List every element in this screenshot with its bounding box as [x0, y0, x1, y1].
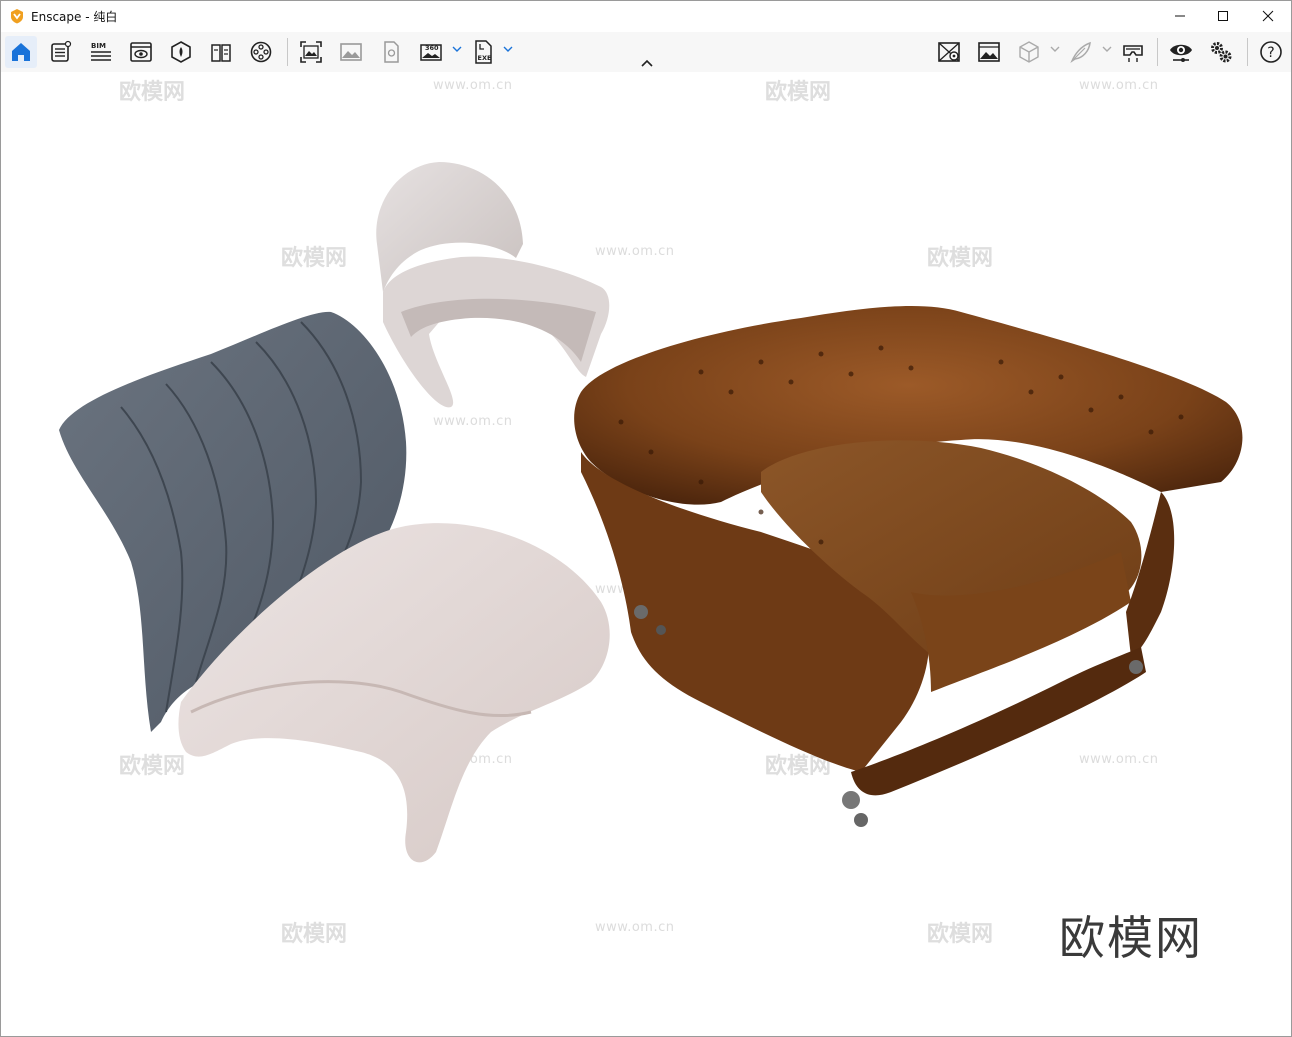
- material-editor-button[interactable]: [205, 36, 237, 68]
- maximize-button[interactable]: [1200, 1, 1246, 31]
- white-lounge-chair: [376, 162, 610, 408]
- video-editor-button[interactable]: [245, 36, 277, 68]
- screenshot-button[interactable]: [295, 36, 327, 68]
- enscape-logo-icon: [11, 9, 23, 24]
- feather-icon: [1070, 41, 1091, 64]
- export-360-icon: 360: [420, 44, 442, 61]
- help-label: ?: [1267, 45, 1274, 61]
- video-reel-icon: [250, 41, 272, 63]
- asset-library-button[interactable]: [165, 36, 197, 68]
- grey-pink-lounge-chair: [59, 311, 610, 863]
- general-settings-button[interactable]: [1205, 36, 1237, 68]
- screenshot-icon: [300, 41, 322, 63]
- atmosphere-chevron-down-icon[interactable]: [1102, 44, 1112, 54]
- vr-headset-icon: [1123, 45, 1143, 62]
- batch-rendering-button[interactable]: [335, 36, 367, 68]
- view-icon: [130, 42, 152, 62]
- help-button[interactable]: ?: [1255, 36, 1287, 68]
- atmosphere-button[interactable]: [1065, 36, 1097, 68]
- title-bar: Enscape - 纯白: [1, 1, 1291, 31]
- batch-render-icon: [340, 43, 362, 61]
- material-book-icon: [211, 44, 231, 62]
- bim-label: BIM: [91, 42, 106, 50]
- vr-headset-button[interactable]: [1117, 36, 1149, 68]
- toolbar-separator: [1157, 38, 1158, 66]
- window-title: Enscape - 纯白: [31, 10, 118, 24]
- help-icon: ?: [1260, 41, 1282, 63]
- export-exe-chevron-down-icon[interactable]: [503, 44, 513, 54]
- model-view-chevron-down-icon[interactable]: [1050, 44, 1060, 54]
- minimize-icon: [1175, 15, 1185, 17]
- brand-watermark: 欧模网: [1059, 911, 1203, 965]
- minimize-button[interactable]: [1157, 1, 1203, 31]
- gallery-button[interactable]: [973, 36, 1005, 68]
- render-viewport[interactable]: 欧模网 www.om.cn 欧模网 www.om.cn 欧模网 www.om.c…: [1, 72, 1291, 1036]
- toolbar-separator: [1247, 38, 1248, 66]
- general-settings-gears-icon: [1211, 42, 1232, 63]
- maximize-icon: [1218, 11, 1228, 21]
- model-view-button[interactable]: [1013, 36, 1045, 68]
- cube-icon: [1019, 41, 1039, 63]
- bim-icon: BIM: [91, 42, 111, 61]
- export-panorama-button[interactable]: [375, 36, 407, 68]
- bim-button[interactable]: BIM: [85, 36, 117, 68]
- export-exe-button[interactable]: EXE: [467, 36, 499, 68]
- settings-sheet-button[interactable]: [45, 36, 77, 68]
- gallery-icon: [978, 42, 1000, 62]
- settings-sheet-icon: [51, 40, 72, 62]
- scene-render: [59, 162, 1243, 863]
- export-360-button[interactable]: 360: [415, 36, 447, 68]
- export-360-chevron-down-icon[interactable]: [452, 44, 462, 54]
- pano-label: 360: [425, 44, 439, 52]
- map-pin-view-icon: [938, 42, 960, 62]
- visual-settings-button[interactable]: [1165, 36, 1197, 68]
- brown-leather-chesterfield-armchair: [574, 305, 1243, 827]
- close-icon: [1262, 10, 1274, 22]
- view-management-button[interactable]: [125, 36, 157, 68]
- collapse-toolbar-chevron-up-icon[interactable]: [640, 58, 654, 68]
- export-exe-icon: EXE: [475, 40, 492, 64]
- exe-label: EXE: [478, 54, 492, 62]
- asset-library-icon: [171, 41, 191, 63]
- toolbar-separator: [287, 38, 288, 66]
- home-button[interactable]: [5, 36, 37, 68]
- home-icon: [12, 43, 30, 61]
- close-button[interactable]: [1245, 1, 1291, 31]
- panorama-icon: [384, 41, 399, 63]
- visual-settings-eye-icon: [1170, 44, 1192, 62]
- map-view-button[interactable]: [933, 36, 965, 68]
- enscape-window: Enscape - 纯白 BIM 360 EXE ? 欧模网 www.om.cn…: [0, 0, 1292, 1037]
